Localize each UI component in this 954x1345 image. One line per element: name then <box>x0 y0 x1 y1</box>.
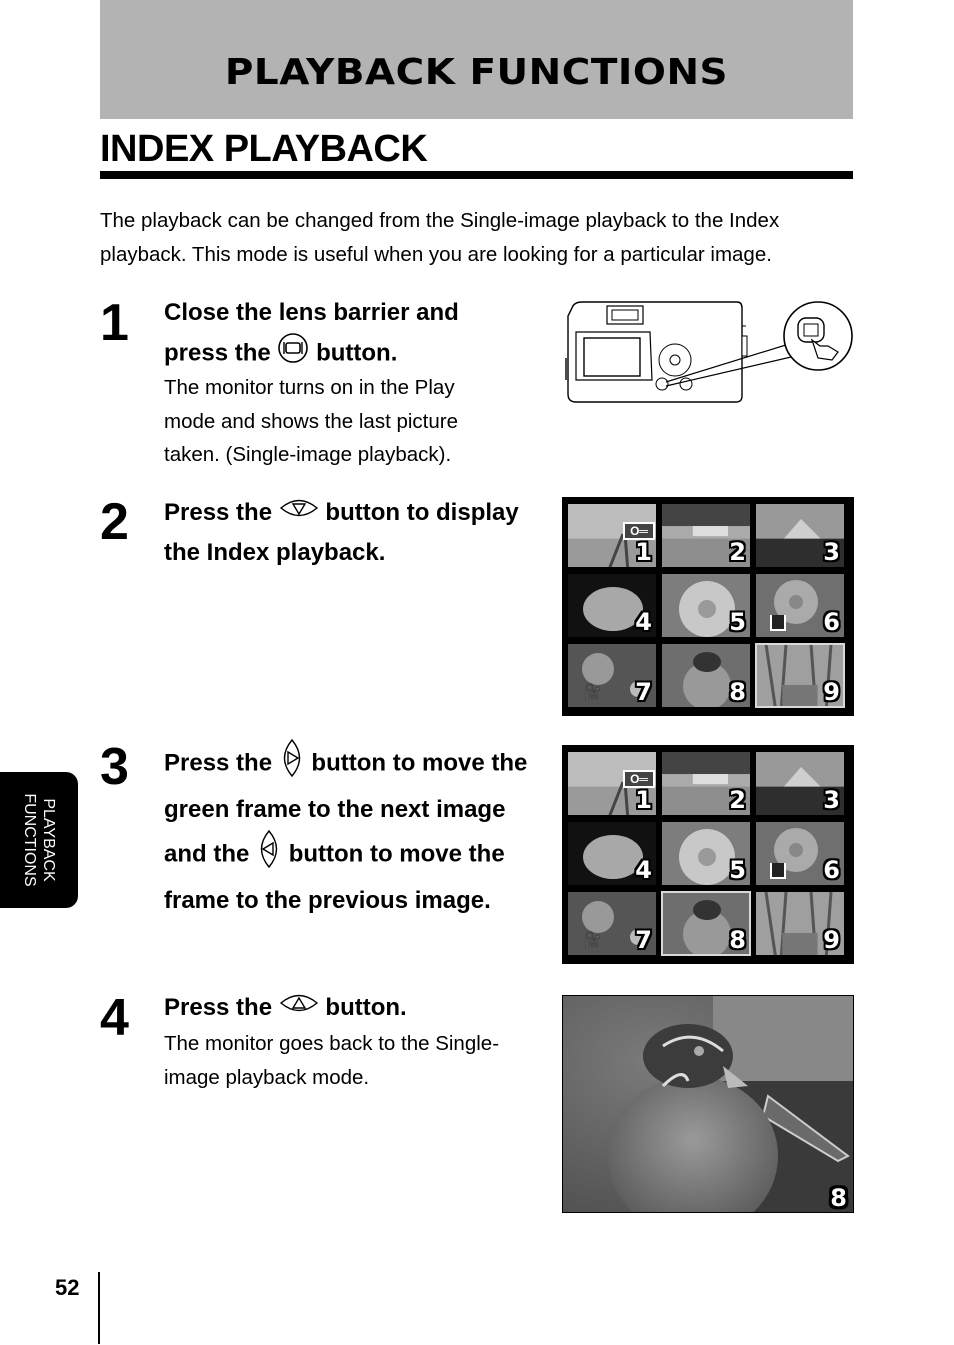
step-4-heading-end: button. <box>325 994 407 1021</box>
thumbnail-number: 3 <box>823 786 840 814</box>
arrow-down-button-icon <box>279 494 319 533</box>
thumbnail-number: 5 <box>729 608 746 636</box>
thumbnail-number: 4 <box>635 608 652 636</box>
single-image-playback-screen: 8 <box>562 995 854 1213</box>
thumbnail[interactable]: 8 <box>661 891 751 956</box>
page-number: 52 <box>55 1275 80 1300</box>
thumbnail-number: 2 <box>729 538 746 566</box>
step-4-number: 4 <box>100 989 129 1047</box>
thumbnail-number: 7 <box>635 678 652 706</box>
chapter-title: PLAYBACK FUNCTIONS <box>224 52 729 93</box>
step-4-body: The monitor goes back to the Single-imag… <box>164 1032 500 1089</box>
thumbnail-number: 5 <box>729 856 746 884</box>
thumbnail-number: 2 <box>729 786 746 814</box>
thumbnail-number: 8 <box>729 678 746 706</box>
step-2-heading-text: Press the <box>164 499 273 526</box>
duck-photo: 8 <box>563 996 853 1212</box>
thumbnail[interactable]: 6 <box>756 574 844 637</box>
step-3-number: 3 <box>100 738 129 796</box>
step-1-heading-end: button. <box>316 339 398 367</box>
thumbnail[interactable]: O═ 1 <box>568 752 656 815</box>
chapter-side-tab: PLAYBACK FUNCTIONS <box>0 772 78 908</box>
step-2-heading: Press the button to display the Index pl… <box>164 493 544 572</box>
thumbnail[interactable]: 9 <box>756 892 844 955</box>
camera-illustration <box>562 296 857 413</box>
thumbnail-number: 9 <box>823 678 840 706</box>
thumbnail-number: 6 <box>823 856 840 884</box>
image-number-label: 8 <box>830 1184 847 1212</box>
thumbnail[interactable]: 3 <box>756 752 844 815</box>
thumbnail[interactable]: 6 <box>756 822 844 885</box>
movie-icon: 🎥 <box>582 684 602 701</box>
thumbnail-number: 3 <box>823 538 840 566</box>
thumbnail[interactable]: 5 <box>662 574 750 637</box>
thumbnail-number: 4 <box>635 856 652 884</box>
intro-paragraph: The playback can be changed from the Sin… <box>100 209 780 266</box>
thumbnail[interactable]: 2 <box>662 752 750 815</box>
thumbnail[interactable]: 🎥 7 <box>568 644 656 707</box>
thumbnail[interactable]: O═ 1 <box>568 504 656 567</box>
thumbnail-number: 7 <box>635 926 652 954</box>
print-icon <box>770 615 786 631</box>
step-3-heading-text: Press the <box>164 749 273 777</box>
step-1-body: The monitor turns on in the Play mode an… <box>164 376 458 466</box>
arrow-left-button-icon <box>256 829 282 881</box>
thumbnail[interactable]: 8 <box>662 644 750 707</box>
movie-icon: 🎥 <box>582 932 602 949</box>
thumbnail-number: 8 <box>729 926 746 954</box>
thumbnail-number: 6 <box>823 608 840 636</box>
index-playback-screen-1: O═ 1 2 3 4 5 6 🎥 7 8 9 <box>562 497 854 716</box>
monitor-button-icon <box>277 332 309 376</box>
chapter-banner: PLAYBACK FUNCTIONS <box>100 0 853 119</box>
thumbnail-number: 1 <box>635 538 652 566</box>
step-1-heading-text: Close the lens barrier and press the <box>164 299 459 367</box>
section-rule <box>100 171 853 179</box>
step-3-heading: Press the button to move the green frame… <box>164 738 534 920</box>
print-icon <box>770 863 786 879</box>
step-1-heading: Close the lens barrier and press the but… <box>164 293 524 376</box>
index-playback-screen-2: O═ 1 2 3 4 5 6 🎥 7 8 9 <box>562 745 854 964</box>
thumbnail[interactable]: 3 <box>756 504 844 567</box>
section-title: INDEX PLAYBACK <box>100 128 428 170</box>
step-1-number: 1 <box>100 294 129 352</box>
arrow-right-button-icon <box>279 738 305 790</box>
step-4-heading-text: Press the <box>164 994 273 1021</box>
thumbnail[interactable]: 2 <box>662 504 750 567</box>
thumbnail[interactable]: 9 <box>755 643 845 708</box>
arrow-up-button-icon <box>279 989 319 1028</box>
thumbnail-number: 9 <box>823 926 840 954</box>
page-number-rule <box>98 1272 100 1344</box>
side-tab-line1: PLAYBACK <box>40 798 57 882</box>
thumbnail[interactable]: 5 <box>662 822 750 885</box>
thumbnail[interactable]: 4 <box>568 822 656 885</box>
thumbnail[interactable]: 🎥 7 <box>568 892 656 955</box>
thumbnail-number: 1 <box>635 786 652 814</box>
step-2-number: 2 <box>100 493 129 551</box>
thumbnail[interactable]: 4 <box>568 574 656 637</box>
side-tab-line2: FUNCTIONS <box>21 793 38 887</box>
step-4-heading: Press the button. <box>164 988 544 1028</box>
